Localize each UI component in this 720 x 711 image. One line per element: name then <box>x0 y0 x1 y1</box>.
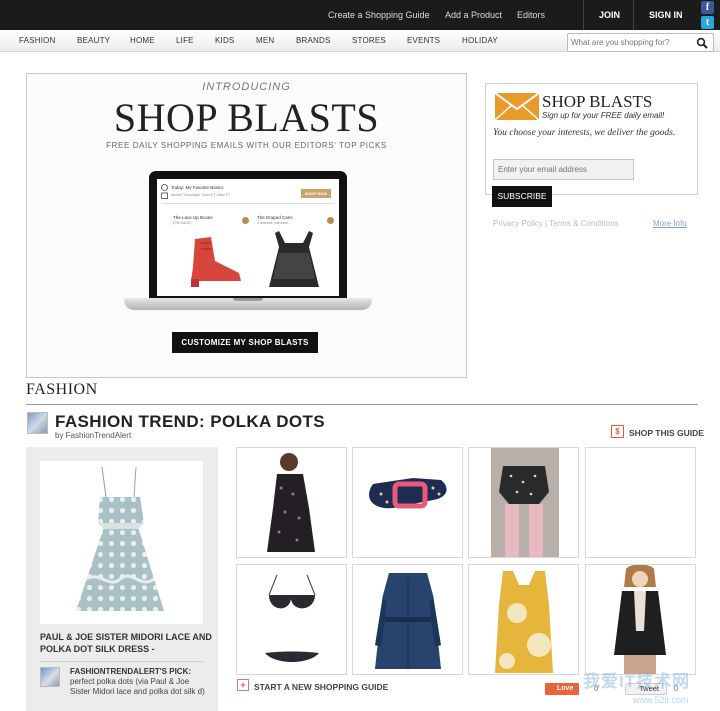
guide-author[interactable]: by FashionTrendAlert <box>55 431 131 440</box>
polka-belt-image <box>369 478 447 509</box>
polka-tank-image <box>495 571 553 673</box>
subscribe-button[interactable]: SUBSCRIBE <box>492 186 552 207</box>
promo-title: SHOP BLASTS <box>113 95 380 140</box>
nav-stores[interactable]: STORES <box>352 36 386 45</box>
polka-top-model-image <box>491 448 559 557</box>
divider <box>161 203 335 204</box>
nav-life[interactable]: LIFE <box>176 36 194 45</box>
laptop-illustration: Today: My Favorite Basics Alerted Thursd… <box>149 171 347 301</box>
preview-shop-now: SHOP NOW <box>301 189 331 198</box>
polka-dress-model-image <box>237 448 346 557</box>
pick-author[interactable]: FASHIONTRENDALERT'S PICK: <box>70 667 191 676</box>
product-tile[interactable] <box>468 564 579 675</box>
divider <box>583 0 584 30</box>
signup-box: SHOP BLASTS Sign up for your FREE daily … <box>485 83 698 195</box>
envelope-icon <box>495 93 539 120</box>
clock-icon <box>161 184 168 191</box>
join-link[interactable]: JOIN <box>599 10 620 20</box>
facebook-icon[interactable]: f <box>701 1 714 14</box>
bootie-image <box>191 237 241 287</box>
shop-guide-icon[interactable]: $ <box>611 425 624 438</box>
add-product-link[interactable]: Add a Product <box>445 10 502 20</box>
watermark-url: www.52it.com <box>633 695 689 705</box>
customize-shop-blasts-button[interactable]: CUSTOMIZE MY SHOP BLASTS <box>172 332 318 353</box>
signup-title: SHOP BLASTS <box>542 92 653 111</box>
nav-holiday[interactable]: HOLIDAY <box>462 36 498 45</box>
divider <box>40 661 203 662</box>
email-field[interactable] <box>493 159 634 180</box>
product-tile[interactable] <box>352 564 463 675</box>
divider <box>633 0 634 30</box>
featured-product-title[interactable]: PAUL & JOE SISTER MIDORI LACE AND POLKA … <box>40 631 212 655</box>
polka-trench-coat-image <box>375 573 441 669</box>
arrow-icon <box>242 217 249 224</box>
twitter-icon[interactable]: t <box>701 16 714 29</box>
preview-item-2: The Draped Cami <box>257 215 293 220</box>
search-box <box>567 33 714 52</box>
product-tile[interactable] <box>236 564 347 675</box>
search-input[interactable] <box>571 36 691 49</box>
more-info-link[interactable]: More Info <box>653 219 687 228</box>
pick-description: perfect polka dots (via Paul & Joe Siste… <box>70 677 205 696</box>
calendar-icon <box>161 192 168 199</box>
create-guide-link[interactable]: Create a Shopping Guide <box>328 10 430 20</box>
signup-subtitle: Sign up for your FREE daily email! <box>542 111 665 120</box>
preview-item-1-sub: (ON SALE!) <box>173 221 192 225</box>
preview-item-2-sub: 4 reasons, with love... <box>257 221 291 225</box>
featured-product-image[interactable] <box>40 461 203 624</box>
promo-introducing: INTRODUCING <box>202 81 291 93</box>
love-button[interactable]: Love <box>545 683 579 695</box>
nav-brands[interactable]: BRANDS <box>296 36 331 45</box>
preview-item-1: The Lace Up Bootie <box>173 215 213 220</box>
start-new-guide-link[interactable]: START A NEW SHOPPING GUIDE <box>254 682 388 692</box>
nav-men[interactable]: MEN <box>256 36 274 45</box>
divider <box>26 404 698 405</box>
editors-link[interactable]: Editors <box>517 10 545 20</box>
sign-in-link[interactable]: SIGN IN <box>649 10 683 20</box>
polka-bikini-image <box>265 574 319 662</box>
cami-image <box>269 231 319 287</box>
avatar[interactable] <box>27 412 48 434</box>
nav-home[interactable]: HOME <box>130 36 155 45</box>
main-nav: FASHION BEAUTY HOME LIFE KIDS MEN BRANDS… <box>0 30 720 52</box>
preview-line-1: Today: My Favorite Basics <box>171 185 224 190</box>
nav-events[interactable]: EVENTS <box>407 36 440 45</box>
privacy-terms-links[interactable]: Privacy Policy | Terms & Conditions <box>493 219 619 228</box>
product-tile[interactable] <box>352 447 463 558</box>
watermark: 我爱IT技术网 <box>583 672 691 691</box>
preview-line-2: Alerted Thursdays, 11am ET / 8am PT <box>171 193 231 197</box>
nav-fashion[interactable]: FASHION <box>19 36 56 45</box>
laptop-notch <box>233 298 263 301</box>
product-tile[interactable] <box>585 447 696 558</box>
add-guide-icon[interactable]: + <box>237 679 249 691</box>
top-bar: Create a Shopping Guide Add a Product Ed… <box>0 0 720 30</box>
promo-tagline: FREE DAILY SHOPPING EMAILS WITH OUR EDIT… <box>106 141 387 150</box>
product-tile[interactable] <box>585 564 696 675</box>
avatar[interactable] <box>40 667 60 687</box>
section-title: FASHION <box>26 381 98 398</box>
arrow-icon <box>327 217 334 224</box>
nav-beauty[interactable]: BEAUTY <box>77 36 110 45</box>
signup-description: You choose your interests, we deliver th… <box>493 128 676 138</box>
shop-this-guide-link[interactable]: SHOP THIS GUIDE <box>629 428 704 438</box>
email-preview: Today: My Favorite Basics Alerted Thursd… <box>157 179 339 296</box>
polka-blazer-model-image <box>614 565 666 674</box>
nav-kids[interactable]: KIDS <box>215 36 234 45</box>
featured-product: PAUL & JOE SISTER MIDORI LACE AND POLKA … <box>26 447 218 711</box>
search-icon[interactable] <box>696 37 708 49</box>
polka-dot-dress-image <box>76 466 164 611</box>
guide-title[interactable]: FASHION TREND: POLKA DOTS <box>55 412 325 432</box>
product-tile[interactable] <box>236 447 347 558</box>
product-tile[interactable] <box>468 447 579 558</box>
shop-blasts-promo[interactable]: INTRODUCING SHOP BLASTS FREE DAILY SHOPP… <box>26 73 467 378</box>
